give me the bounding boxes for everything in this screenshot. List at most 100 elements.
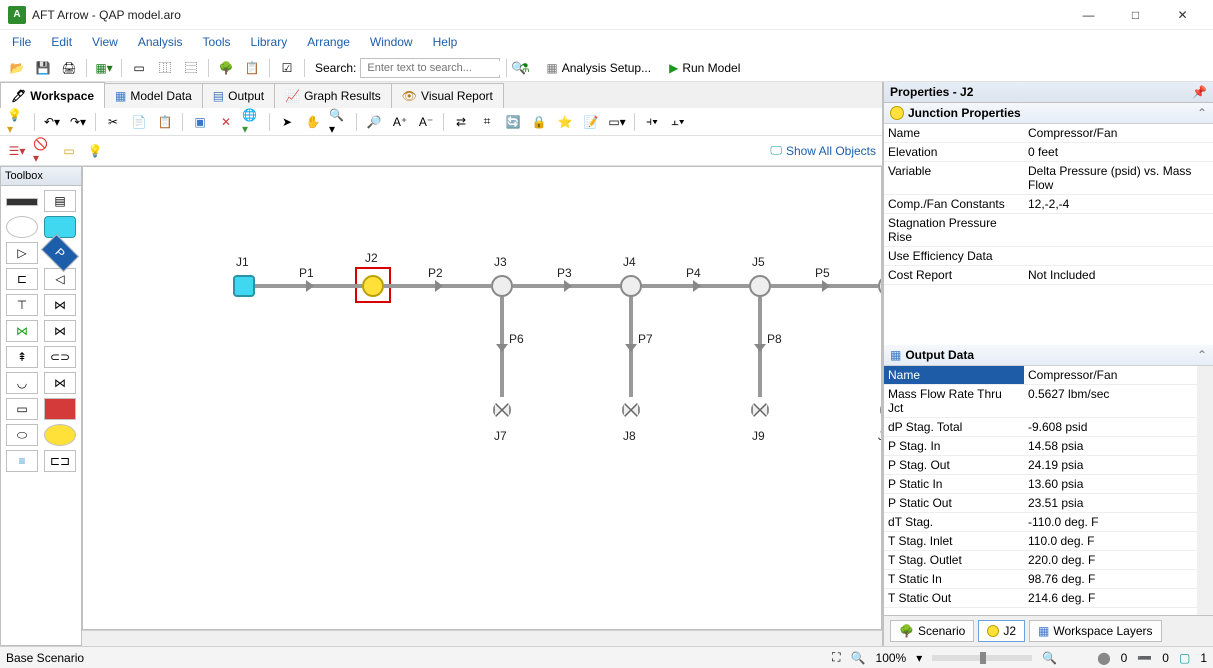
tool-relief-valve[interactable]: ⋈ [44,320,76,342]
tool-control-valve[interactable]: ⇞ [6,346,38,368]
tab-output[interactable]: ▤Output [202,83,275,108]
tile-window-icon[interactable]: ▭ [128,57,150,79]
properties-grid[interactable]: NameCompressor/Fan Elevation0 feet Varia… [884,124,1213,285]
open-icon[interactable]: 📂 [6,57,28,79]
show-all-objects[interactable]: 🖵 Show All Objects [770,143,876,158]
menu-file[interactable]: File [4,33,39,51]
undo-icon[interactable]: ↶▾ [41,111,63,133]
scenario-tree-icon[interactable]: 🌳 [215,57,237,79]
junction-J3[interactable] [491,275,513,297]
zoom-dropdown-icon[interactable]: ▾ [916,651,922,665]
model-status-icon[interactable]: 📋 [241,57,263,79]
tool-pipe[interactable] [6,198,38,206]
menu-arrange[interactable]: Arrange [299,33,358,51]
vertical-scrollbar[interactable] [1197,366,1213,615]
font-down-icon[interactable]: A⁻ [415,111,437,133]
fluid-properties-icon[interactable]: ⚗ [513,57,535,79]
junction-J1[interactable] [233,275,255,297]
tool-valve[interactable]: ⋈ [44,294,76,316]
chevron-up-icon-2[interactable]: ⌃ [1197,348,1207,362]
close-button[interactable]: ✕ [1160,1,1205,29]
tab-workspace[interactable]: 🖊Workspace [0,82,105,108]
search-input[interactable]: 🔍 [360,58,500,78]
tab-model-data[interactable]: ▦Model Data [104,83,203,108]
paste-icon[interactable]: 📋 [154,111,176,133]
copy-icon[interactable]: 📄 [128,111,150,133]
tool-orifice[interactable]: ⊂⊃ [44,346,76,368]
align-icon[interactable]: ⫞▾ [641,111,663,133]
tool-spray[interactable]: ≡ [6,450,38,472]
menu-tools[interactable]: Tools [195,33,239,51]
pipe-P1[interactable] [255,284,362,288]
menu-view[interactable]: View [84,33,126,51]
bulb-icon[interactable]: 💡 [84,140,106,162]
menu-window[interactable]: Window [362,33,421,51]
tool-screen[interactable]: ▭ [6,398,38,420]
pipe-P8[interactable] [758,297,762,397]
zoom-in-icon[interactable]: 🔍 [1042,651,1057,665]
tool-assigned-flow[interactable]: P [41,234,79,272]
pointer-icon[interactable]: ➤ [276,111,298,133]
help-icon[interactable]: 💡▾ [6,111,28,133]
zoom-out-icon[interactable]: 🔍 [851,651,866,665]
chevron-up-icon[interactable]: ⌃ [1197,106,1207,120]
pipe-P5[interactable] [771,284,878,288]
globe-icon[interactable]: 🌐▾ [241,111,263,133]
menu-library[interactable]: Library [243,33,296,51]
tool-general[interactable]: ⬭ [6,424,38,446]
right-tab-scenario[interactable]: 🌳Scenario [890,620,974,642]
tool-venturi[interactable]: ⋈ [44,372,76,394]
horizontal-scrollbar[interactable] [82,630,882,646]
pin-icon[interactable]: 📌 [1192,85,1207,99]
tool-branch[interactable] [6,216,38,238]
junction-J7[interactable] [493,401,511,419]
redo-icon[interactable]: ↷▾ [67,111,89,133]
snap-icon[interactable]: ⌗ [476,111,498,133]
pipe-P3[interactable] [513,284,620,288]
tile-vert-icon[interactable]: ⿳ [180,57,202,79]
special-icon[interactable]: ⭐ [554,111,576,133]
tool-compressor[interactable] [44,424,76,446]
layer-icon[interactable]: ☰▾ [6,140,28,162]
junction-J5[interactable] [749,275,771,297]
menu-edit[interactable]: Edit [43,33,80,51]
zoom-extent-icon[interactable]: ⛶ [832,650,840,665]
tool-heat-exchanger[interactable] [44,398,76,420]
flip-icon[interactable]: ⇄ [450,111,472,133]
tool-check-valve[interactable]: ⋈ [6,320,38,342]
junction-J10[interactable] [880,401,882,419]
junction-J9[interactable] [751,401,769,419]
tool-annotation[interactable]: ▤ [44,190,76,212]
workspace-canvas[interactable]: J1 J2 J3 J4 J5 J6 P1 P2 [82,166,882,630]
disable-icon[interactable]: 🚫▾ [32,140,54,162]
menu-help[interactable]: Help [425,33,466,51]
tool-bend[interactable]: ◡ [6,372,38,394]
pipe-P7[interactable] [629,297,633,397]
minimize-button[interactable]: — [1066,1,1111,29]
notes-icon[interactable]: 📝 [580,111,602,133]
group-icon[interactable]: ▭▾ [606,111,628,133]
find-icon[interactable]: 🔎 [363,111,385,133]
tab-visual-report[interactable]: 👁Visual Report [391,83,504,108]
analysis-setup-button[interactable]: ▦Analysis Setup... [539,57,658,79]
tool-area-change[interactable]: ◁ [44,268,76,290]
right-tab-j2[interactable]: J2 [978,620,1025,642]
junction-J2[interactable] [362,275,384,297]
pipe-P2[interactable] [384,284,491,288]
tool-tank[interactable] [44,216,76,238]
select-all-icon[interactable]: ▣ [189,111,211,133]
zoom-icon[interactable]: 🔍▾ [328,111,350,133]
tool-assigned-pressure[interactable]: ▷ [6,242,38,264]
run-model-button[interactable]: ▶Run Model [662,57,747,79]
lock-icon[interactable]: 🔒 [528,111,550,133]
tool-tee[interactable]: ⊤ [6,294,38,316]
tile-horiz-icon[interactable]: ⿲ [154,57,176,79]
junction-J4[interactable] [620,275,642,297]
font-up-icon[interactable]: A⁺ [389,111,411,133]
pipe-P4[interactable] [642,284,749,288]
excel-export-icon[interactable]: ▦▾ [93,57,115,79]
zoom-slider[interactable] [932,655,1032,661]
save-icon[interactable]: 💾 [32,57,54,79]
cut-icon[interactable]: ✂ [102,111,124,133]
output-data-grid[interactable]: NameCompressor/Fan Mass Flow Rate Thru J… [884,366,1197,615]
